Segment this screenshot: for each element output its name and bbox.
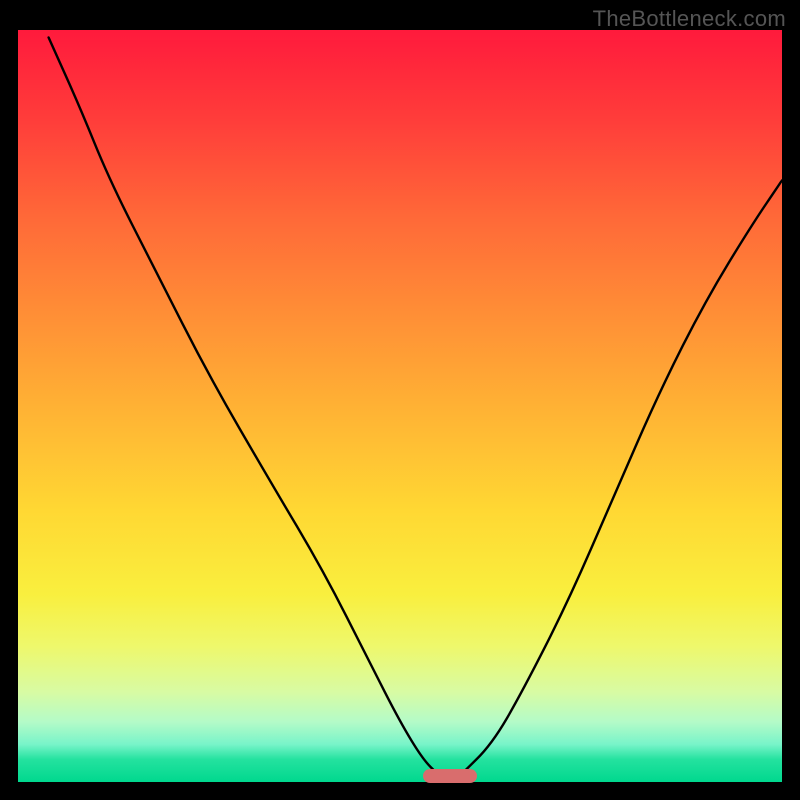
- bottleneck-curve: [18, 30, 782, 782]
- curve-path: [49, 38, 782, 775]
- watermark-text: TheBottleneck.com: [593, 6, 786, 32]
- chart-stage: TheBottleneck.com: [0, 0, 800, 800]
- minimum-marker: [423, 769, 477, 783]
- plot-area: [18, 30, 782, 782]
